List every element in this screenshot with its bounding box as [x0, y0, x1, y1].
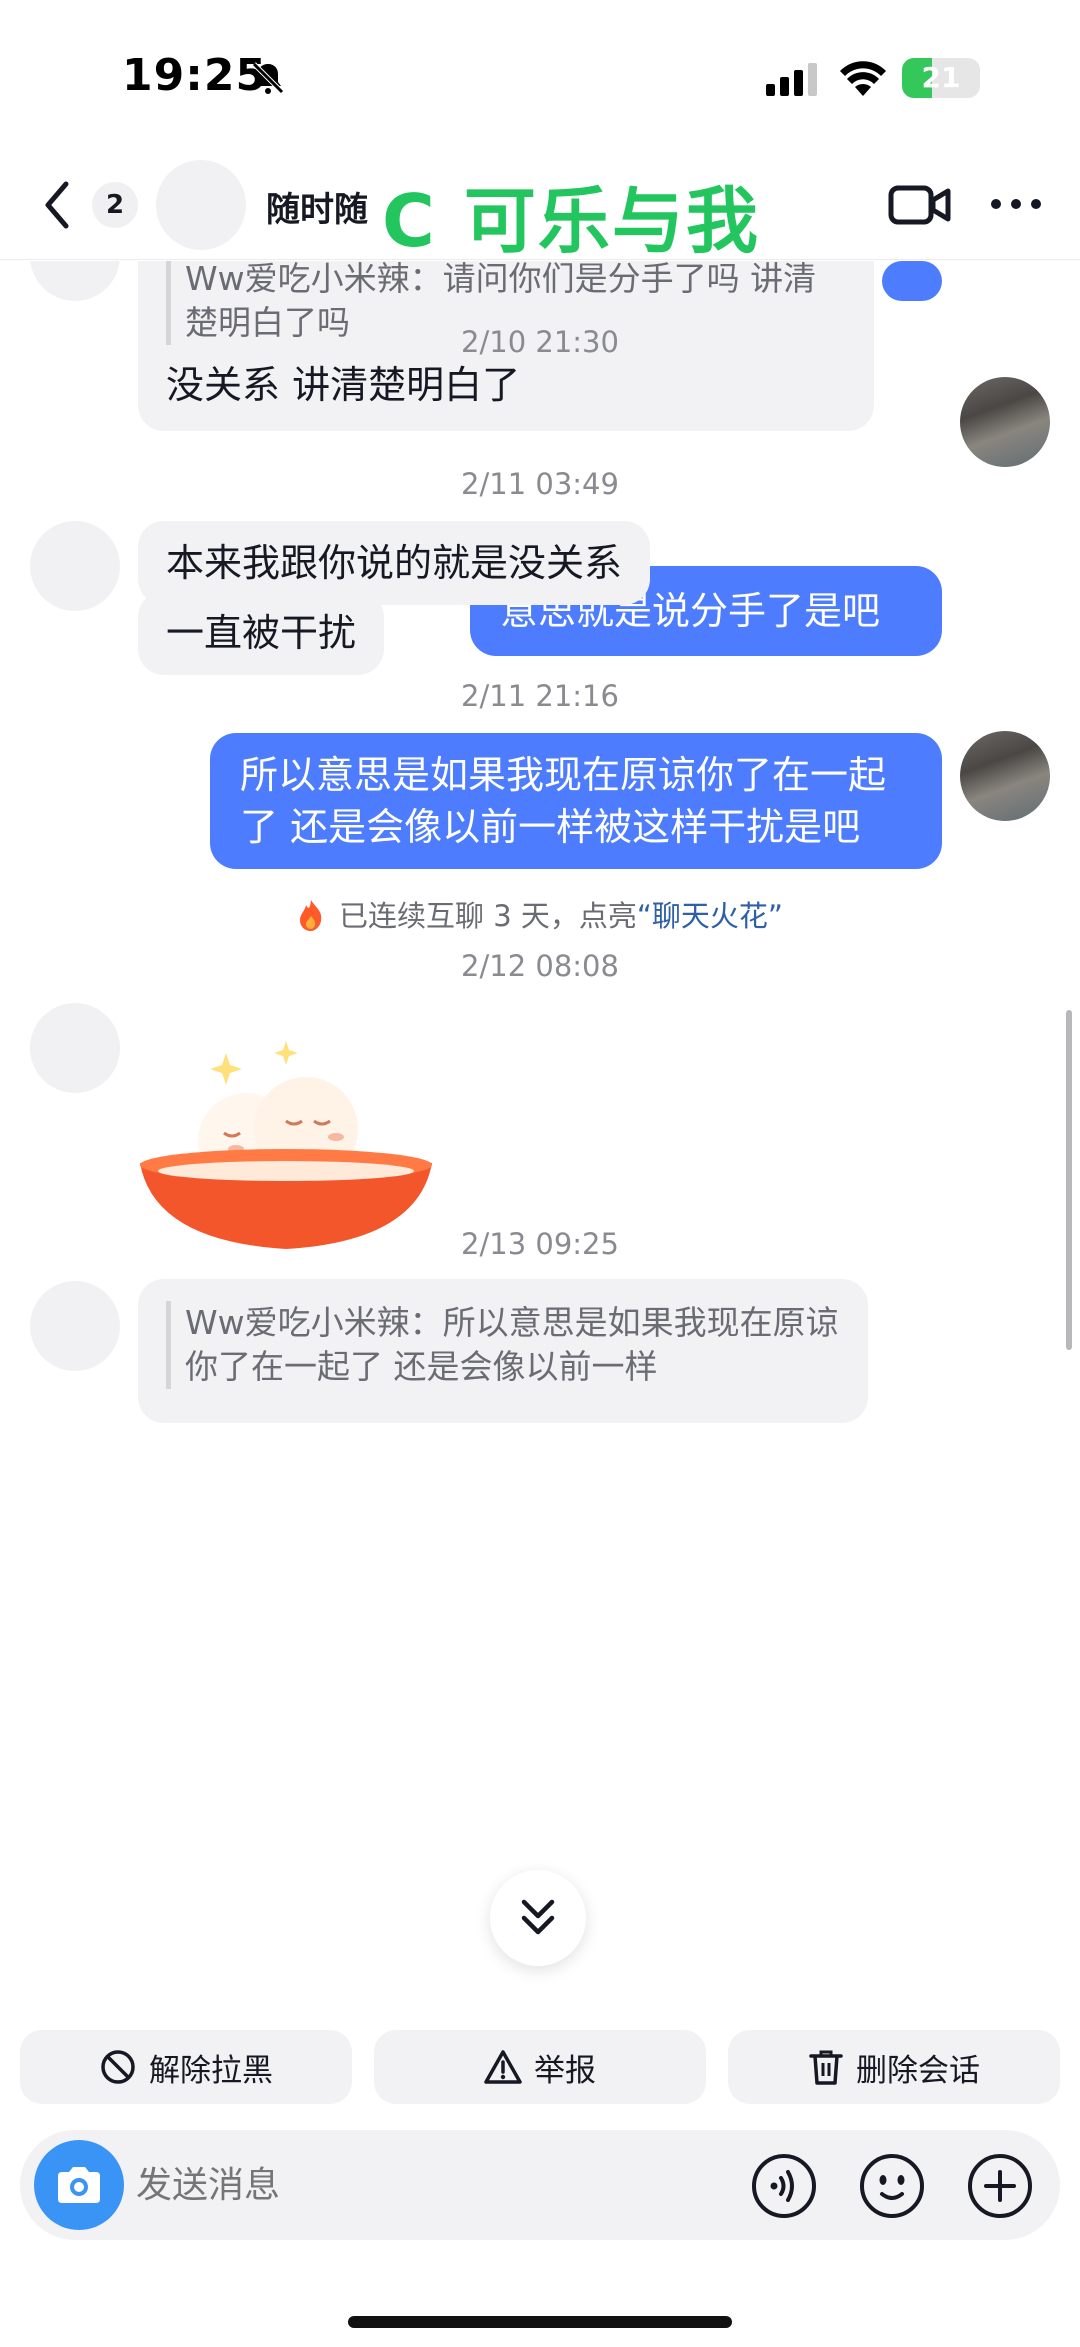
- timestamp: 2/11 21:16: [461, 679, 619, 713]
- contact-name[interactable]: 随时随: [266, 182, 368, 231]
- contact-avatar[interactable]: [30, 261, 120, 301]
- battery-indicator: 21: [902, 58, 980, 98]
- double-chevron-down-icon: [521, 1899, 555, 1935]
- camera-icon: [58, 2167, 100, 2203]
- scrollbar[interactable]: [1066, 1010, 1072, 1350]
- incoming-message[interactable]: 一直被干扰: [138, 591, 385, 675]
- message-text: 所以意思是如果我现在原谅你了在一起了 还是会像以前一样被这样干扰是吧: [240, 753, 887, 849]
- delete-conversation-button[interactable]: 删除会话: [728, 2030, 1060, 2104]
- contact-avatar[interactable]: [30, 1003, 120, 1093]
- warning-icon: [484, 2050, 522, 2084]
- message-composer: [20, 2130, 1060, 2240]
- overlay-caption: C 可乐与我: [382, 179, 760, 263]
- bell-muted-icon: [252, 62, 284, 94]
- video-call-icon[interactable]: [888, 180, 952, 230]
- incoming-message[interactable]: Ww爱吃小米辣：所以意思是如果我现在原谅你了在一起了 还是会像以前一样: [138, 1279, 868, 1423]
- camera-button[interactable]: [34, 2140, 124, 2230]
- trash-icon: [809, 2050, 843, 2085]
- timestamp: 2/11 03:49: [461, 467, 619, 501]
- flame-icon: [300, 900, 322, 931]
- message-text: 本来我跟你说的就是没关系: [166, 541, 623, 585]
- streak-text: 已连续互聊 3 天，点亮: [339, 899, 637, 933]
- blocked-actions-bar: 解除拉黑 举报 删除会话: [0, 2006, 1080, 2116]
- voice-message-icon[interactable]: [750, 2152, 818, 2220]
- emoji-icon[interactable]: [858, 2152, 926, 2220]
- quoted-reply: Ww爱吃小米辣：所以意思是如果我现在原谅你了在一起了 还是会像以前一样: [166, 1301, 840, 1389]
- report-label: 举报: [534, 2052, 596, 2089]
- report-button[interactable]: 举报: [374, 2030, 706, 2104]
- message-input[interactable]: [136, 2158, 636, 2212]
- chat-streak-notice: 已连续互聊 3 天，点亮“聊天火花”: [0, 893, 1080, 935]
- streak-link[interactable]: “聊天火花”: [637, 899, 783, 933]
- battery-level: 21: [921, 61, 961, 94]
- unread-count-badge[interactable]: 2: [92, 182, 138, 228]
- message-text: 一直被干扰: [166, 611, 357, 655]
- timestamp: 2/12 08:08: [461, 949, 619, 983]
- back-arrow-icon[interactable]: [36, 178, 80, 232]
- block-icon: [101, 2050, 135, 2084]
- cellular-signal-icon: [766, 63, 817, 96]
- contact-avatar[interactable]: [30, 521, 120, 611]
- wifi-icon: [840, 61, 886, 96]
- status-bar: 19:25 21: [0, 0, 1080, 150]
- scroll-to-bottom-button[interactable]: [490, 1870, 586, 1966]
- tangyuan-bowl-sticker[interactable]: [136, 1001, 436, 1261]
- chat-messages[interactable]: Ww爱吃小米辣：请问你们是分手了吗 讲清楚明白了吗 没关系 讲清楚明白了 2/1…: [0, 261, 1080, 2006]
- delete-conversation-label: 删除会话: [856, 2052, 980, 2089]
- unblock-label: 解除拉黑: [149, 2052, 273, 2089]
- my-avatar[interactable]: [960, 731, 1050, 821]
- timestamp: 2/10 21:30: [461, 325, 619, 359]
- status-time: 19:25: [122, 50, 268, 101]
- outgoing-message[interactable]: [882, 261, 942, 301]
- more-options-icon[interactable]: [990, 194, 1042, 214]
- message-text: 没关系 讲清楚明白了: [166, 363, 521, 407]
- add-plus-icon[interactable]: [966, 2152, 1034, 2220]
- timestamp: 2/13 09:25: [461, 1227, 619, 1261]
- home-indicator[interactable]: [348, 2316, 732, 2328]
- unblock-button[interactable]: 解除拉黑: [20, 2030, 352, 2104]
- contact-avatar[interactable]: [156, 160, 246, 250]
- contact-avatar[interactable]: [30, 1281, 120, 1371]
- my-avatar[interactable]: [960, 377, 1050, 467]
- outgoing-message[interactable]: 所以意思是如果我现在原谅你了在一起了 还是会像以前一样被这样干扰是吧: [210, 733, 942, 869]
- chat-header: 2 随时随 C 可乐与我: [0, 150, 1080, 263]
